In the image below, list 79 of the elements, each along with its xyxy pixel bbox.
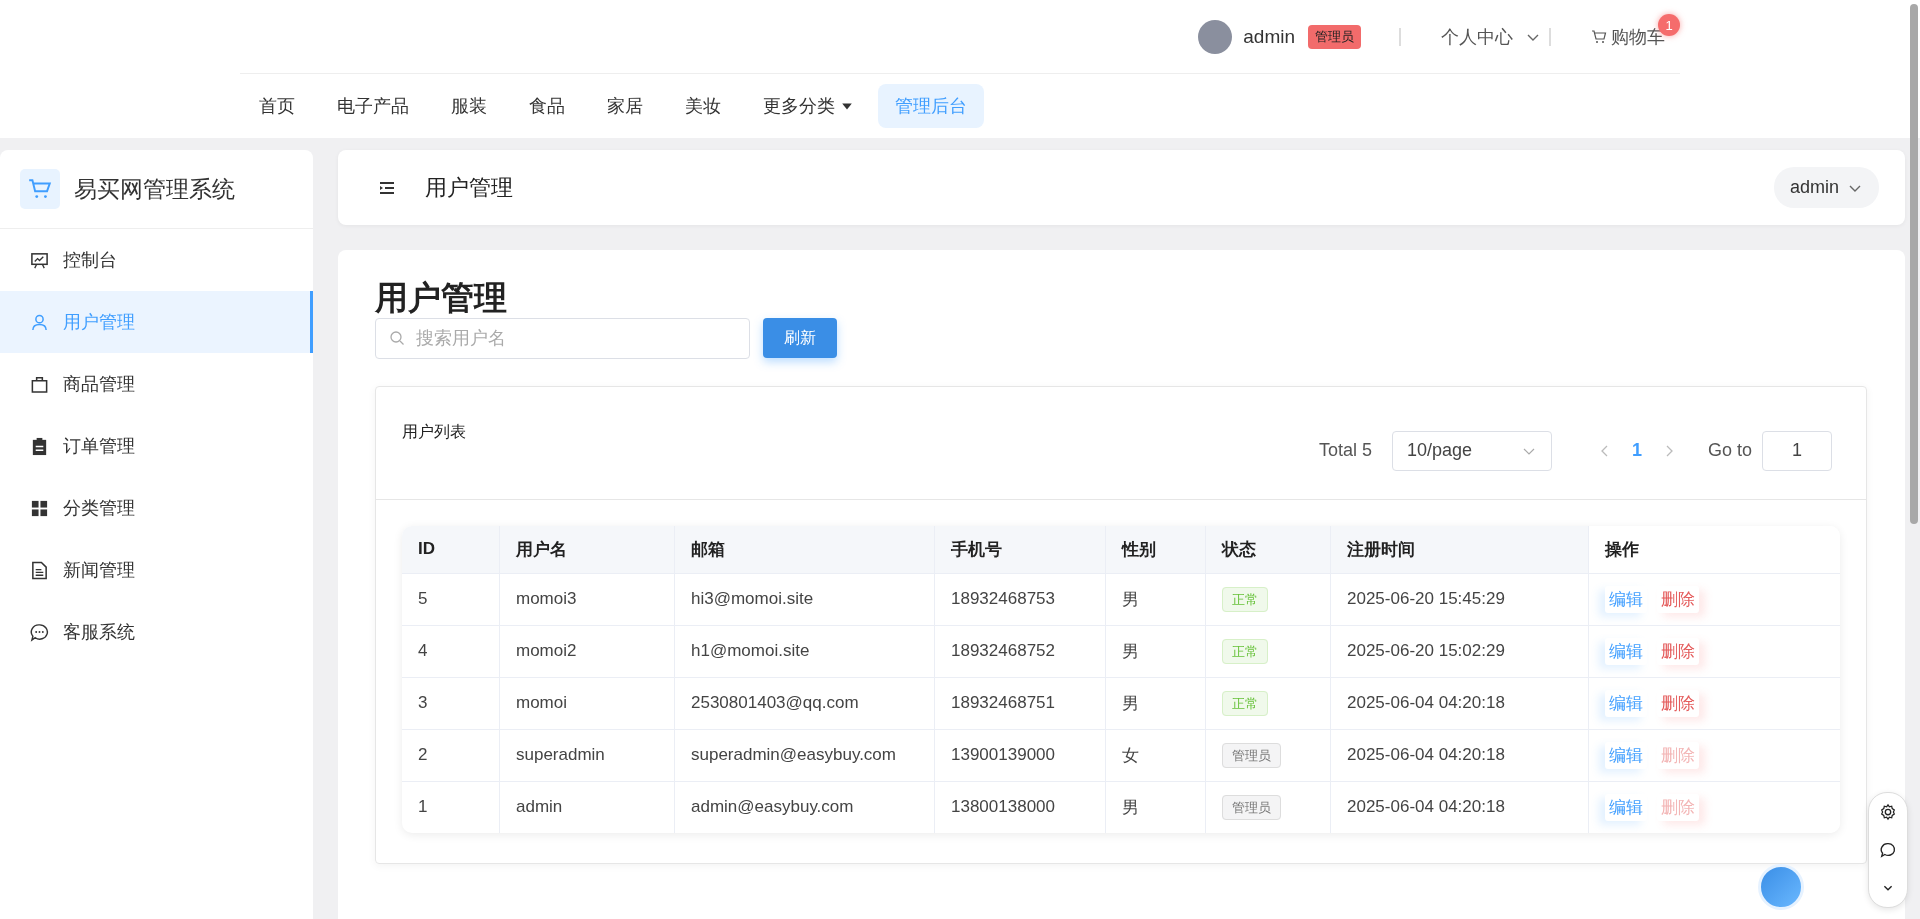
table-title: 用户列表: [402, 422, 466, 443]
sidebar-item[interactable]: 商品管理: [0, 353, 313, 415]
page-title: 用户管理: [375, 278, 508, 318]
status-tag: 正常: [1222, 691, 1268, 717]
table-cell: hi3@momoi.site: [675, 573, 935, 626]
sidebar-item[interactable]: 客服系统: [0, 601, 313, 663]
clipboard-icon: [30, 436, 49, 456]
total-count: Total 5: [1318, 440, 1372, 462]
search-icon: [389, 329, 405, 346]
nav-link[interactable]: 服装: [434, 84, 504, 128]
sidebar-item[interactable]: 控制台: [0, 229, 313, 291]
column-header: 邮箱: [675, 525, 935, 574]
nav-link[interactable]: 食品: [512, 84, 582, 128]
table-cell: 男: [1106, 573, 1206, 626]
cart-logo-icon: [20, 169, 60, 209]
app-title: 易买网管理系统: [74, 174, 235, 204]
search-field[interactable]: 搜索用户名: [375, 317, 750, 359]
scrollbar-thumb[interactable]: [1910, 4, 1918, 524]
table-cell: superadmin: [500, 729, 675, 782]
table-cell: 1: [402, 781, 500, 833]
chart-board-icon: [30, 250, 49, 270]
sidebar-item[interactable]: 订单管理: [0, 415, 313, 477]
column-header: 操作: [1589, 525, 1840, 574]
page-size-select[interactable]: 10/page: [1391, 430, 1552, 471]
table-cell: 5: [402, 573, 500, 626]
nav-link[interactable]: 电子产品: [320, 84, 426, 128]
sidebar-item[interactable]: 分类管理: [0, 477, 313, 539]
user-avatar[interactable]: [1198, 19, 1233, 54]
table-cell: 18932468753: [935, 573, 1106, 626]
table-cell: 4: [402, 625, 500, 678]
goto-page-field[interactable]: 1: [1762, 430, 1832, 471]
table-cell: superadmin@easybuy.com: [675, 729, 935, 782]
user-icon: [30, 312, 49, 332]
table-cell: admin: [500, 781, 675, 833]
table-cell: momoi2: [500, 625, 675, 678]
user-name: admin: [1243, 25, 1295, 48]
column-header: 注册时间: [1331, 525, 1589, 574]
table-cell: momoi: [500, 677, 675, 730]
cart-icon: [1591, 28, 1607, 45]
nav-link[interactable]: 首页: [242, 84, 312, 128]
table-cell: 13900139000: [935, 729, 1106, 782]
role-badge: 管理员: [1308, 24, 1361, 49]
header-title: 用户管理: [425, 173, 514, 202]
delete-button[interactable]: 删除: [1657, 637, 1699, 665]
status-tag: 管理员: [1222, 743, 1281, 769]
column-header: 手机号: [935, 525, 1106, 574]
table-cell: 2530801403@qq.com: [675, 677, 935, 730]
table-cell: 3: [402, 677, 500, 730]
column-header: 状态: [1206, 525, 1331, 574]
column-header: 用户名: [500, 525, 675, 574]
status-tag: 正常: [1222, 587, 1268, 613]
status-tag: 正常: [1222, 639, 1268, 665]
chat-bubble-icon: [30, 622, 49, 642]
sidebar-item[interactable]: 新闻管理: [0, 539, 313, 601]
delete-button[interactable]: 删除: [1657, 585, 1699, 613]
personal-center-dropdown[interactable]: 个人中心: [1441, 24, 1541, 49]
table-cell: 18932468752: [935, 625, 1106, 678]
table-cell: h1@momoi.site: [675, 625, 935, 678]
nav-link[interactable]: 更多分类: [746, 84, 870, 128]
table-cell: momoi3: [500, 573, 675, 626]
delete-button[interactable]: 删除: [1657, 689, 1699, 717]
table-cell: 18932468751: [935, 677, 1106, 730]
table-cell: 2: [402, 729, 500, 782]
table-cell: 女: [1106, 729, 1206, 782]
grid-icon: [30, 498, 49, 518]
column-header: ID: [402, 525, 500, 574]
document-icon: [30, 560, 49, 580]
table-cell: 13800138000: [935, 781, 1106, 833]
nav-link[interactable]: 家居: [590, 84, 660, 128]
goto-label: Go to: [1707, 440, 1752, 462]
table-cell: 男: [1106, 625, 1206, 678]
shopping-bag-icon: [30, 374, 49, 394]
table-cell: admin@easybuy.com: [675, 781, 935, 833]
table-cell: 男: [1106, 677, 1206, 730]
user-menu-dropdown[interactable]: admin: [1773, 167, 1879, 208]
table-cell: 男: [1106, 781, 1206, 833]
status-tag: 管理员: [1222, 795, 1281, 821]
nav-link[interactable]: 美妆: [668, 84, 738, 128]
column-header: 性别: [1106, 525, 1206, 574]
